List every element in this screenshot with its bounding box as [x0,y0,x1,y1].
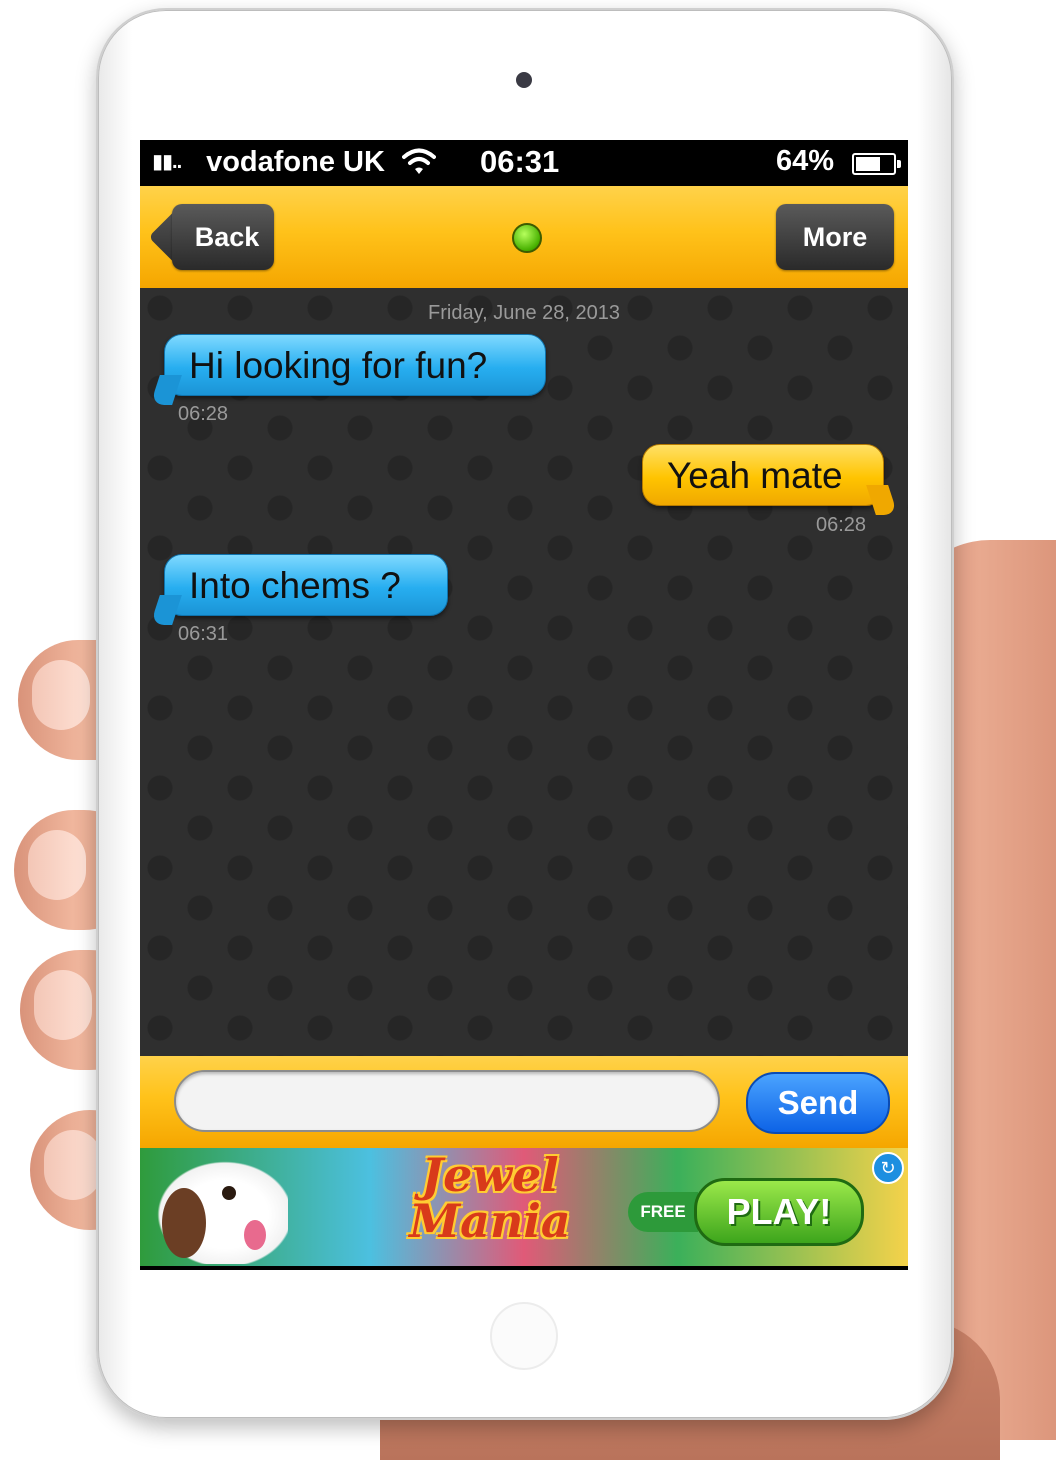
ad-info-icon[interactable]: ↻ [872,1152,904,1184]
app-screen: ▮▮.. vodafone UK 06:31 64% Back More Fri… [140,140,908,1270]
chat-area[interactable]: Friday, June 28, 2013 Hi looking for fun… [140,288,908,1056]
date-header: Friday, June 28, 2013 [428,302,620,324]
ad-play-button[interactable]: PLAY! [694,1178,864,1246]
message-time: 06:31 [178,623,229,645]
battery-percent: 64% [776,145,835,177]
compose-bar: Send [140,1056,908,1148]
message-input[interactable] [174,1070,720,1132]
nav-bar: Back More [140,186,908,290]
camera-icon [516,72,532,88]
status-bar: ▮▮.. vodafone UK 06:31 64% [140,140,908,186]
wifi-icon [402,148,436,174]
message-text: Into chems ? [189,565,401,606]
message-text: Yeah mate [667,455,843,496]
back-button[interactable]: Back [148,204,274,270]
ad-free-label: FREE [628,1192,698,1232]
back-button-label[interactable]: Back [172,204,274,270]
message-bubble-incoming[interactable]: Into chems ? [164,554,448,616]
message-time: 06:28 [816,514,867,536]
message-time: 06:28 [178,403,229,425]
battery-icon [852,153,901,175]
ad-title: Jewel Mania [350,1152,630,1244]
ad-title-line2: Mania [409,1194,571,1248]
carrier-info: ▮▮.. vodafone UK [152,146,385,179]
online-status-icon [512,223,542,253]
message-text: Hi looking for fun? [189,345,488,386]
carrier-name: vodafone UK [206,146,385,178]
send-button[interactable]: Send [746,1072,890,1134]
message-bubble-incoming[interactable]: Hi looking for fun? [164,334,546,396]
message-bubble-outgoing[interactable]: Yeah mate [642,444,884,506]
ad-title-line1: Jewel [421,1148,559,1202]
more-button[interactable]: More [776,204,894,270]
home-button[interactable] [490,1302,558,1370]
ad-dog-image [148,1154,288,1264]
signal-icon: ▮▮.. [152,151,182,173]
status-time: 06:31 [480,144,560,179]
ad-banner[interactable]: Jewel Mania FREE PLAY! ↻ [140,1148,908,1266]
